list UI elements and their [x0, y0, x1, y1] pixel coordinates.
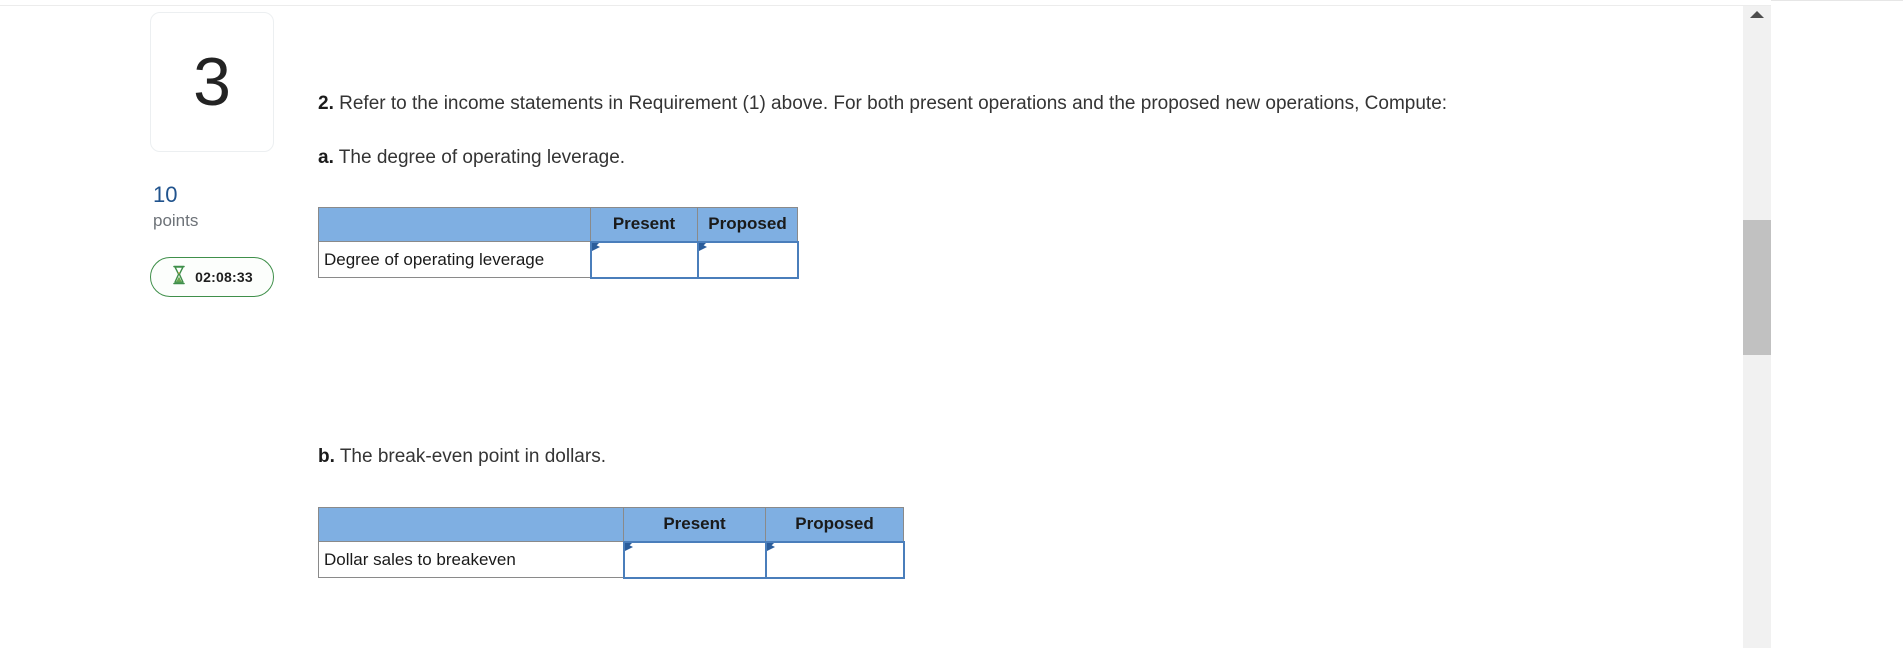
points-label: points — [153, 211, 199, 231]
page-top-divider — [0, 5, 1903, 6]
subquestion-b-prompt: b. The break-even point in dollars. — [318, 444, 606, 470]
cell-marker-icon — [766, 542, 775, 557]
operating-leverage-table: Present Proposed Degree of operating lev… — [318, 207, 799, 279]
table-a-proposed-input[interactable] — [696, 240, 799, 279]
vertical-scrollbar[interactable] — [1743, 6, 1771, 648]
scrollbar-thumb[interactable] — [1743, 220, 1771, 355]
table-b-header-proposed: Proposed — [765, 507, 904, 542]
cell-marker-icon — [624, 542, 633, 557]
points-block: 10 points — [150, 182, 290, 233]
right-gutter — [1771, 0, 1903, 648]
table-b-proposed-input[interactable] — [764, 540, 905, 579]
question-number-card: 3 — [150, 12, 274, 152]
table-b-row-label: Dollar sales to breakeven — [318, 541, 624, 578]
subquestion-b-text: The break-even point in dollars. — [339, 446, 606, 467]
cell-marker-icon — [591, 242, 600, 257]
subquestion-a-letter: a. — [318, 147, 334, 168]
hourglass-icon — [171, 265, 187, 290]
assignment-page: 3 10 points 02:08:33 2. Refer to the inc… — [0, 0, 1903, 648]
question-rail: 3 10 points 02:08:33 — [150, 12, 290, 298]
subquestion-a-prompt: a. The degree of operating leverage. — [318, 145, 625, 171]
table-b-header-present: Present — [623, 507, 766, 542]
table-a-header-proposed: Proposed — [697, 207, 798, 242]
table-header-row: Present Proposed — [318, 507, 904, 542]
table-a-present-input[interactable] — [589, 240, 699, 279]
table-row: Dollar sales to breakeven — [318, 540, 905, 579]
table-header-row: Present Proposed — [318, 207, 798, 242]
chevron-up-icon[interactable] — [1750, 11, 1764, 18]
cell-marker-icon — [698, 242, 707, 257]
subquestion-b-letter: b. — [318, 446, 335, 467]
requirement-prompt: 2. Refer to the income statements in Req… — [318, 91, 1447, 117]
table-b-present-input[interactable] — [622, 540, 767, 579]
timer-badge[interactable]: 02:08:33 — [150, 257, 274, 298]
points-value: 10 — [153, 182, 178, 207]
table-row: Degree of operating leverage — [318, 240, 799, 279]
breakeven-dollars-table: Present Proposed Dollar sales to breakev… — [318, 507, 905, 579]
requirement-prompt-number: 2. — [318, 93, 334, 114]
timer-value: 02:08:33 — [195, 269, 253, 286]
question-number: 3 — [193, 44, 231, 120]
subquestion-a-text: The degree of operating leverage. — [338, 147, 626, 168]
requirement-prompt-text: Refer to the income statements in Requir… — [339, 93, 1448, 114]
table-a-row-label: Degree of operating leverage — [318, 241, 591, 278]
table-a-header-present: Present — [590, 207, 698, 242]
table-b-header-blank — [318, 507, 624, 542]
table-a-header-blank — [318, 207, 591, 242]
